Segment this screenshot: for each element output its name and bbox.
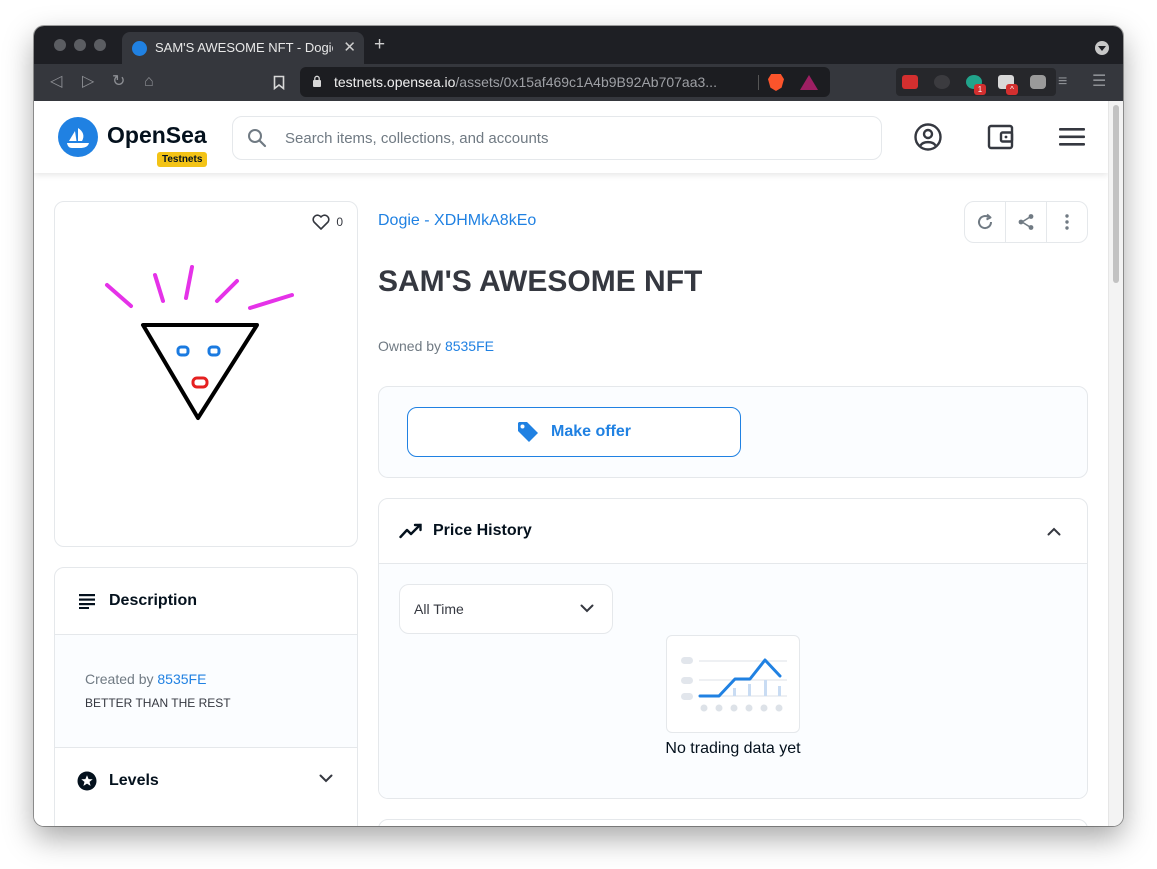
owner-link[interactable]: 8535FE — [445, 338, 494, 354]
brave-shields-icon[interactable] — [768, 74, 784, 91]
description-body: Created by 8535FE BETTER THAN THE REST — [55, 634, 357, 748]
creator-link[interactable]: 8535FE — [157, 671, 206, 687]
search-box[interactable] — [232, 116, 882, 160]
nft-image-card: 0 — [54, 201, 358, 547]
site-header: OpenSea Testnets — [34, 101, 1108, 173]
price-history-header[interactable]: Price History — [379, 499, 1087, 564]
address-bar[interactable]: testnets.opensea.io/assets/0x15af469c1A4… — [300, 67, 830, 97]
empty-chart-illustration — [666, 635, 800, 733]
logo-text[interactable]: OpenSea — [107, 122, 207, 149]
more-vertical-icon — [1065, 214, 1069, 230]
owned-by-line: Owned by 8535FE — [378, 338, 494, 354]
refresh-icon — [978, 213, 993, 230]
testnets-badge: Testnets — [157, 152, 208, 167]
chart-placeholder-icon — [681, 657, 787, 712]
created-by-line: Created by 8535FE — [85, 671, 327, 687]
collection-link[interactable]: Dogie - XDHMkA8kEo — [378, 212, 536, 230]
extension-alert-badge: ^ — [1006, 84, 1018, 95]
brave-rewards-icon[interactable] — [800, 75, 818, 90]
chevron-down-icon — [580, 604, 594, 613]
extension-lastpass-icon[interactable] — [902, 75, 918, 89]
wallet-icon[interactable] — [987, 124, 1015, 150]
refresh-metadata-button[interactable] — [965, 202, 1006, 242]
price-history-heading: Price History — [433, 522, 532, 539]
levels-heading: Levels — [109, 772, 159, 789]
levels-header[interactable]: Levels — [55, 748, 357, 814]
favorite-control[interactable]: 0 — [312, 214, 343, 230]
price-history-body: All Time No trading data yet — [379, 564, 1087, 798]
tab-bar: SAM'S AWESOME NFT - Dogie ✕ + — [34, 26, 1123, 64]
trade-panel: Make offer — [378, 386, 1088, 478]
description-heading: Description — [109, 592, 198, 609]
close-window-button[interactable] — [54, 39, 66, 51]
browser-toolbar: ◁ ▷ ↻ ⌂ testnets.opensea.io/assets/0x15a… — [34, 64, 1123, 101]
new-tab-button[interactable]: + — [374, 35, 385, 54]
extension-badge: 1 — [974, 84, 986, 95]
time-range-value: All Time — [414, 601, 464, 617]
url-divider — [758, 75, 759, 90]
nft-artwork-image[interactable] — [95, 257, 305, 427]
notes-icon — [79, 594, 95, 609]
tab-close-icon[interactable]: ✕ — [343, 38, 356, 56]
minimize-window-button[interactable] — [74, 39, 86, 51]
extensions-puzzle-icon[interactable] — [1030, 75, 1046, 89]
hamburger-menu-icon[interactable] — [1059, 127, 1085, 147]
time-range-select[interactable]: All Time — [399, 584, 613, 634]
tab-menu-chevron-icon[interactable] — [1095, 41, 1109, 55]
zoom-window-button[interactable] — [94, 39, 106, 51]
trending-icon — [399, 523, 422, 539]
heart-icon[interactable] — [312, 214, 330, 230]
lock-icon — [313, 75, 321, 87]
make-offer-label: Make offer — [550, 423, 632, 440]
browser-tab-active[interactable]: SAM'S AWESOME NFT - Dogie ✕ — [122, 32, 364, 64]
share-button[interactable] — [1006, 202, 1047, 242]
page-scrollbar[interactable] — [1108, 101, 1123, 826]
nft-title: SAM'S AWESOME NFT — [378, 265, 703, 298]
reload-icon[interactable]: ↻ — [112, 71, 125, 93]
description-header[interactable]: Description — [55, 568, 357, 634]
opensea-logo-icon[interactable] — [58, 117, 98, 157]
owned-by-label: Owned by — [378, 338, 442, 354]
asset-actions-group — [964, 201, 1088, 243]
browser-menu-icon[interactable]: ☰ — [1092, 71, 1106, 93]
extension-mask-icon[interactable] — [934, 75, 950, 89]
back-icon[interactable]: ◁ — [50, 71, 62, 93]
price-history-panel: Price History All Time No trading data y… — [378, 498, 1088, 799]
favorites-count: 0 — [336, 215, 343, 229]
more-options-button[interactable] — [1047, 202, 1087, 242]
no-trading-data-message: No trading data yet — [665, 740, 801, 757]
description-text: BETTER THAN THE REST — [85, 696, 231, 710]
star-badge-icon — [77, 771, 97, 791]
opensea-favicon-icon — [132, 41, 147, 56]
make-offer-button[interactable]: Make offer — [407, 407, 741, 457]
browser-window: SAM'S AWESOME NFT - Dogie ✕ + ◁ ▷ ↻ ⌂ te… — [34, 26, 1123, 826]
home-icon[interactable]: ⌂ — [144, 71, 154, 93]
account-icon[interactable] — [913, 122, 943, 152]
bookmark-icon[interactable] — [273, 75, 285, 90]
opensea-page: OpenSea Testnets Search items, collectio… — [34, 101, 1108, 826]
scrollbar-thumb[interactable] — [1113, 105, 1119, 283]
chevron-down-icon[interactable] — [319, 774, 333, 783]
search-input[interactable] — [285, 127, 865, 149]
extensions-tray: 1 ^ — [896, 68, 1056, 96]
forward-icon[interactable]: ▷ — [82, 71, 94, 93]
playlist-icon[interactable]: ≡ — [1058, 71, 1067, 93]
chevron-up-icon[interactable] — [1047, 527, 1061, 536]
next-panel-edge — [378, 819, 1088, 826]
tab-title: SAM'S AWESOME NFT - Dogie — [155, 40, 333, 55]
url-text: testnets.opensea.io/assets/0x15af469c1A4… — [334, 74, 717, 90]
description-panel: Description Created by 8535FE BETTER THA… — [54, 567, 358, 826]
share-icon — [1018, 214, 1034, 230]
created-by-label: Created by — [85, 671, 154, 687]
search-icon — [248, 129, 267, 148]
tag-icon — [517, 422, 538, 442]
